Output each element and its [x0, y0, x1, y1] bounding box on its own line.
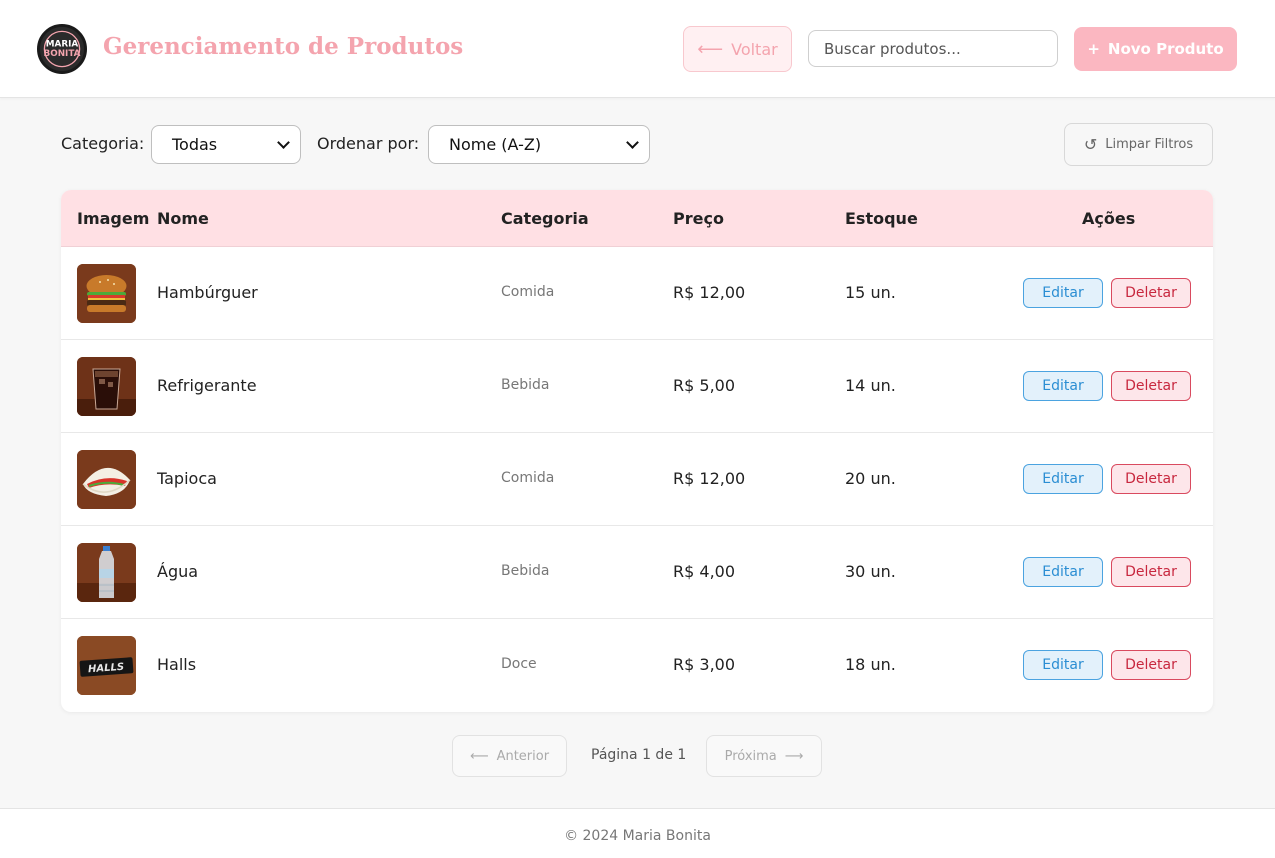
- previous-page-button[interactable]: ⟵ Anterior: [452, 735, 567, 777]
- chevron-down-icon: [626, 136, 639, 149]
- search-input[interactable]: [808, 30, 1058, 67]
- arrow-left-icon: ⟵: [469, 748, 489, 764]
- category-select[interactable]: Todas: [151, 125, 301, 164]
- edit-button[interactable]: Editar: [1023, 557, 1103, 587]
- plus-icon: +: [1087, 40, 1100, 58]
- delete-button[interactable]: Deletar: [1111, 557, 1191, 587]
- product-name: Halls: [157, 655, 197, 674]
- delete-button[interactable]: Deletar: [1111, 464, 1191, 494]
- svg-text:MARIA: MARIA: [46, 39, 79, 49]
- back-button-label: Voltar: [731, 39, 778, 59]
- product-name: Água: [157, 562, 199, 581]
- arrow-left-icon: ⟵: [697, 38, 724, 60]
- new-product-button[interactable]: + Novo Produto: [1074, 27, 1237, 71]
- product-price: R$ 12,00: [673, 469, 746, 488]
- table-row: Refrigerante Bebida R$ 5,00 14 un. Edita…: [61, 340, 1213, 433]
- products-table: Imagem Nome Categoria Preço Estoque Açõe…: [61, 190, 1213, 712]
- sort-select-value: Nome (A-Z): [449, 135, 542, 154]
- product-stock: 14 un.: [845, 376, 896, 395]
- product-category: Bebida: [501, 377, 550, 393]
- tapioca-image: [77, 450, 136, 509]
- clear-filters-label: Limpar Filtros: [1105, 137, 1194, 152]
- product-category: Comida: [501, 470, 555, 486]
- page-title: Gerenciamento de Produtos: [103, 33, 464, 60]
- new-product-label: Novo Produto: [1107, 40, 1224, 58]
- product-category: Bebida: [501, 563, 550, 579]
- product-category: Doce: [501, 656, 537, 672]
- product-stock: 15 un.: [845, 283, 896, 302]
- product-stock: 20 un.: [845, 469, 896, 488]
- halls-candy-image: HALLS: [77, 636, 136, 695]
- footer: © 2024 Maria Bonita: [0, 808, 1275, 858]
- product-category: Comida: [501, 284, 555, 300]
- product-price: R$ 3,00: [673, 655, 736, 674]
- column-header-price: Preço: [673, 209, 724, 228]
- sort-label: Ordenar por:: [317, 134, 420, 153]
- table-row: Tapioca Comida R$ 12,00 20 un. Editar De…: [61, 433, 1213, 526]
- copyright-text: © 2024 Maria Bonita: [564, 828, 711, 844]
- category-select-value: Todas: [172, 135, 218, 154]
- svg-text:BONITA: BONITA: [44, 49, 81, 59]
- hamburger-image: [77, 264, 136, 323]
- next-page-button[interactable]: Próxima ⟶: [706, 735, 822, 777]
- category-filter-label: Categoria:: [61, 134, 145, 153]
- table-row: HALLS Halls Doce R$ 3,00 18 un. Editar D…: [61, 619, 1213, 712]
- chevron-down-icon: [277, 136, 290, 149]
- table-row: Água Bebida R$ 4,00 30 un. Editar Deleta…: [61, 526, 1213, 619]
- column-header-actions: Ações: [1082, 209, 1136, 228]
- column-header-stock: Estoque: [845, 209, 918, 228]
- edit-button[interactable]: Editar: [1023, 464, 1103, 494]
- delete-button[interactable]: Deletar: [1111, 371, 1191, 401]
- delete-button[interactable]: Deletar: [1111, 650, 1191, 680]
- sort-select[interactable]: Nome (A-Z): [428, 125, 650, 164]
- edit-button[interactable]: Editar: [1023, 278, 1103, 308]
- edit-button[interactable]: Editar: [1023, 650, 1103, 680]
- edit-button[interactable]: Editar: [1023, 371, 1103, 401]
- product-stock: 18 un.: [845, 655, 896, 674]
- product-stock: 30 un.: [845, 562, 896, 581]
- back-button[interactable]: ⟵ Voltar: [683, 26, 792, 72]
- product-price: R$ 5,00: [673, 376, 736, 395]
- product-name: Hambúrguer: [157, 283, 258, 302]
- clear-filters-button[interactable]: ↺ Limpar Filtros: [1064, 123, 1213, 166]
- soda-image: [77, 357, 136, 416]
- refresh-icon: ↺: [1083, 135, 1098, 154]
- water-bottle-image: [77, 543, 136, 602]
- arrow-right-icon: ⟶: [784, 748, 804, 764]
- product-name: Refrigerante: [157, 376, 257, 395]
- delete-button[interactable]: Deletar: [1111, 278, 1191, 308]
- product-price: R$ 4,00: [673, 562, 736, 581]
- brand-logo[interactable]: MARIA BONITA: [37, 24, 87, 74]
- page-indicator: Página 1 de 1: [591, 747, 687, 763]
- previous-page-label: Anterior: [496, 748, 550, 764]
- next-page-label: Próxima: [724, 748, 777, 764]
- table-row: Hambúrguer Comida R$ 12,00 15 un. Editar…: [61, 247, 1213, 340]
- table-header: Imagem Nome Categoria Preço Estoque Açõe…: [61, 190, 1213, 247]
- column-header-category: Categoria: [501, 209, 589, 228]
- product-price: R$ 12,00: [673, 283, 746, 302]
- product-name: Tapioca: [157, 469, 217, 488]
- column-header-name: Nome: [157, 209, 209, 228]
- column-header-image: Imagem: [77, 209, 150, 228]
- header: MARIA BONITA Gerenciamento de Produtos ⟵…: [0, 0, 1275, 98]
